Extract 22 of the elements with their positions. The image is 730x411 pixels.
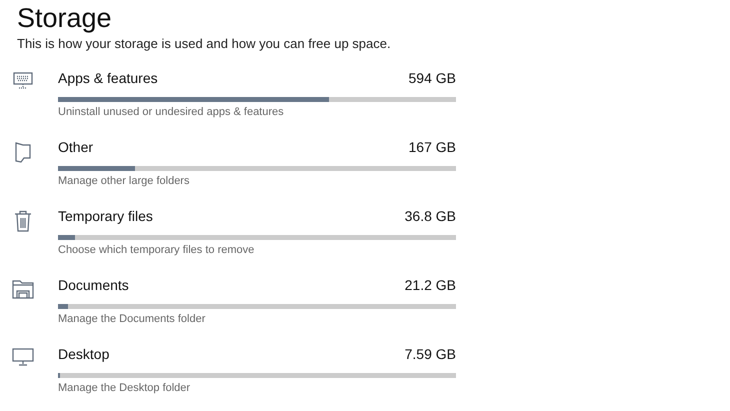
category-description: Choose which temporary files to remove — [58, 243, 256, 257]
document-icon — [14, 141, 32, 163]
monitor-icon — [12, 348, 34, 366]
category-name[interactable]: Temporary files — [58, 206, 153, 226]
trash-icon — [14, 210, 32, 232]
category-size: 167 GB — [408, 138, 456, 156]
category-name[interactable]: Other — [58, 136, 94, 158]
keyboard-monitor-icon — [13, 72, 33, 90]
category-description: Uninstall unused or undesired apps & features — [58, 105, 285, 119]
page-description: This is how your storage is used and how you can free up space. — [17, 36, 392, 52]
folder-icon — [12, 279, 34, 299]
page-title: Storage — [17, 2, 113, 35]
category-size: 7.59 GB — [404, 344, 456, 364]
category-description: Manage the Desktop folder — [58, 381, 192, 395]
category-name[interactable]: Documents — [58, 274, 129, 296]
category-size: 594 GB — [408, 68, 456, 88]
category-size: 21.2 GB — [404, 276, 456, 294]
category-description: Manage the Documents folder — [58, 312, 206, 326]
category-size: 36.8 GB — [404, 206, 456, 226]
category-description: Manage other large folders — [58, 174, 190, 188]
category-name[interactable]: Apps & features — [58, 68, 158, 88]
category-name[interactable]: Desktop — [58, 344, 110, 364]
